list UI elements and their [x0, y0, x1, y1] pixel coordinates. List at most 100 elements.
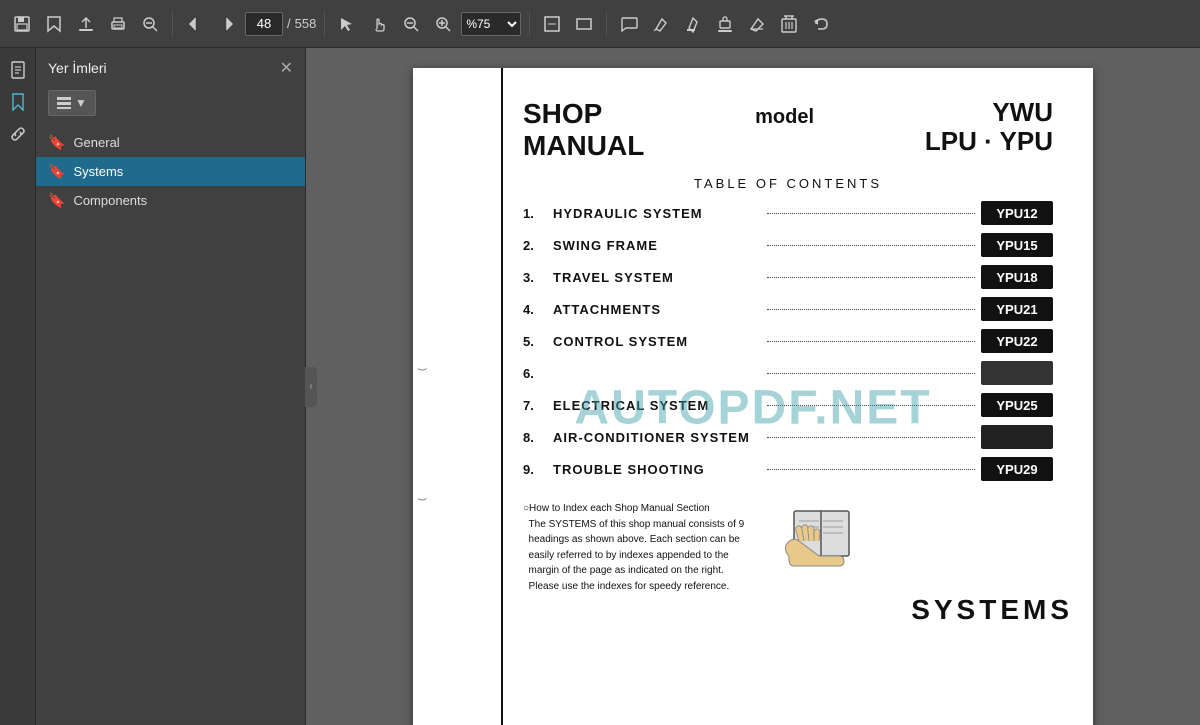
bookmark-components-icon: 🔖	[48, 192, 65, 209]
left-page-marks: )	[418, 368, 428, 371]
sep4	[606, 12, 607, 36]
illustration	[764, 501, 874, 596]
sidebar-view-button[interactable]: ▼	[48, 90, 96, 116]
toc-badge-1: YPU12	[981, 201, 1053, 225]
pen-icon[interactable]	[647, 10, 675, 38]
save-icon[interactable]	[8, 10, 36, 38]
toc-badge-9: YPU29	[981, 457, 1053, 481]
zoom-in-icon[interactable]	[429, 10, 457, 38]
toc-row-6[interactable]: 6.	[523, 361, 1053, 385]
document-area[interactable]: AUTOPDF.NET SHOP MANUAL model YWU LPU · …	[306, 48, 1200, 725]
model-right: YWU LPU · YPU	[925, 98, 1053, 155]
sep2	[324, 12, 325, 36]
toc-badge-8	[981, 425, 1053, 449]
toc-row-3[interactable]: 3. TRAVEL SYSTEM YPU18	[523, 265, 1053, 289]
sep1	[172, 12, 173, 36]
page-total: 558	[295, 16, 317, 31]
toc-dots-6	[767, 373, 975, 374]
toc-row-7[interactable]: 7. ELECTRICAL SYSTEM YPU25	[523, 393, 1053, 417]
sidebar-title: Yer İmleri	[48, 60, 107, 76]
sidebar-header: Yer İmleri ✕	[36, 48, 305, 86]
toc-row-9[interactable]: 9. TROUBLE SHOOTING YPU29	[523, 457, 1053, 481]
bookmark-item-components[interactable]: 🔖 Components	[36, 186, 305, 215]
page-number-input[interactable]	[245, 12, 283, 36]
delete-icon[interactable]	[775, 10, 803, 38]
left-icon-strip	[0, 48, 36, 725]
page-footer: ○How to Index each Shop Manual Section T…	[523, 501, 1053, 596]
footer-note-content: How to Index each Shop Manual Section Th…	[523, 503, 744, 592]
toc-dots-3	[767, 277, 975, 278]
toc-dots-5	[767, 341, 975, 342]
upload-icon[interactable]	[72, 10, 100, 38]
toc-dots-1	[767, 213, 975, 214]
toc-dots-2	[767, 245, 975, 246]
toc-badge-5: YPU22	[981, 329, 1053, 353]
toc-num-2: 2.	[523, 238, 553, 253]
zoom-out2-icon[interactable]	[397, 10, 425, 38]
eraser-icon[interactable]	[743, 10, 771, 38]
comment-icon[interactable]	[615, 10, 643, 38]
sidebar-close-button[interactable]: ✕	[280, 58, 293, 78]
cursor-icon[interactable]	[333, 10, 361, 38]
toc-title: TABLE OF CONTENTS	[523, 176, 1053, 191]
toc-label-4: ATTACHMENTS	[553, 302, 761, 317]
toc-label-7: ELECTRICAL SYSTEM	[553, 398, 761, 413]
bookmark-systems-label: Systems	[73, 164, 123, 179]
print-icon[interactable]	[104, 10, 132, 38]
toc-num-4: 4.	[523, 302, 553, 317]
bookmark-item-systems[interactable]: 🔖 Systems	[36, 157, 305, 186]
zoom-select[interactable]: %75	[461, 12, 521, 36]
footer-note-text: ○How to Index each Shop Manual Section T…	[523, 501, 744, 594]
toc-row-2[interactable]: 2. SWING FRAME YPU15	[523, 233, 1053, 257]
page-header: SHOP MANUAL model YWU LPU · YPU	[523, 98, 1053, 162]
sidebar-collapse-handle[interactable]: ‹	[305, 367, 317, 407]
bookmark-list: 🔖 General 🔖 Systems 🔖 Components	[36, 124, 305, 725]
toc-badge-7: YPU25	[981, 393, 1053, 417]
toc-num-9: 9.	[523, 462, 553, 477]
toc-row-1[interactable]: 1. HYDRAULIC SYSTEM YPU12	[523, 201, 1053, 225]
main-layout: Yer İmleri ✕ ▼ 🔖 General 🔖 Systems 🔖 Com…	[0, 48, 1200, 725]
toc-badge-6	[981, 361, 1053, 385]
toc-num-8: 8.	[523, 430, 553, 445]
bookmark-components-label: Components	[73, 193, 147, 208]
shop-manual-title: SHOP MANUAL	[523, 98, 644, 162]
hand-icon[interactable]	[365, 10, 393, 38]
document-page: AUTOPDF.NET SHOP MANUAL model YWU LPU · …	[413, 68, 1093, 725]
left-page-marks-2: )	[418, 498, 428, 501]
highlighter-icon[interactable]	[679, 10, 707, 38]
undo-icon[interactable]	[807, 10, 835, 38]
toc-label-5: CONTROL SYSTEM	[553, 334, 761, 349]
toc-badge-4: YPU21	[981, 297, 1053, 321]
footer-note-block: ○How to Index each Shop Manual Section T…	[523, 501, 744, 594]
next-page-icon[interactable]	[213, 10, 241, 38]
bookmark-toolbar-icon[interactable]	[40, 10, 68, 38]
prev-page-icon[interactable]	[181, 10, 209, 38]
toc-num-5: 5.	[523, 334, 553, 349]
fit-width-icon[interactable]	[570, 10, 598, 38]
fit-page-icon[interactable]	[538, 10, 566, 38]
sep3	[529, 12, 530, 36]
toc-badge-2: YPU15	[981, 233, 1053, 257]
strip-bookmark-icon[interactable]	[4, 88, 32, 116]
strip-link-icon[interactable]	[4, 120, 32, 148]
toc-dots-9	[767, 469, 975, 470]
toc-list: 1. HYDRAULIC SYSTEM YPU12 2. SWING FRAME…	[523, 201, 1053, 481]
toc-row-5[interactable]: 5. CONTROL SYSTEM YPU22	[523, 329, 1053, 353]
bookmark-general-icon: 🔖	[48, 134, 65, 151]
bookmark-general-label: General	[73, 135, 119, 150]
toc-row-8[interactable]: 8. AIR-CONDITIONER SYSTEM	[523, 425, 1053, 449]
strip-page-icon[interactable]	[4, 56, 32, 84]
toc-badge-3: YPU18	[981, 265, 1053, 289]
toc-num-3: 3.	[523, 270, 553, 285]
toc-label-2: SWING FRAME	[553, 238, 761, 253]
page-input-group: / 558	[245, 12, 316, 36]
bookmark-item-general[interactable]: 🔖 General	[36, 128, 305, 157]
zoom-out-icon[interactable]	[136, 10, 164, 38]
stamp-icon[interactable]	[711, 10, 739, 38]
toc-row-4[interactable]: 4. ATTACHMENTS YPU21	[523, 297, 1053, 321]
toc-label-8: AIR-CONDITIONER SYSTEM	[553, 430, 761, 445]
toc-num-1: 1.	[523, 206, 553, 221]
toc-label-9: TROUBLE SHOOTING	[553, 462, 761, 477]
systems-bottom-label: SYSTEMS	[911, 594, 1073, 626]
sidebar-panel: Yer İmleri ✕ ▼ 🔖 General 🔖 Systems 🔖 Com…	[36, 48, 306, 725]
